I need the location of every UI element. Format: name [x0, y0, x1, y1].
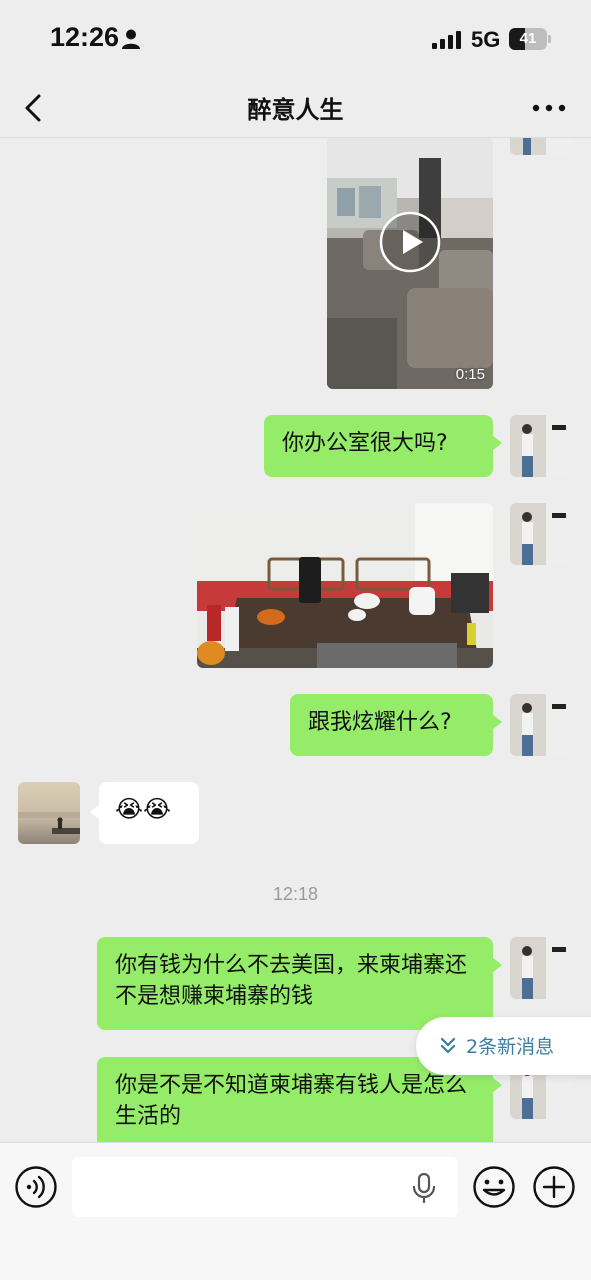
message-text: 跟我炫耀什么?	[308, 710, 452, 735]
more-horizontal-icon[interactable]	[526, 90, 572, 126]
message-text: 你办公室很大吗?	[282, 431, 448, 456]
chat-title: 醉意人生	[247, 96, 344, 124]
status-bar: 12:26 5G 41	[0, 0, 591, 78]
message-input[interactable]	[72, 1157, 458, 1217]
message-text: 你有钱为什么不去美国，来柬埔寨还不是想赚柬埔寨的钱	[115, 953, 468, 1009]
status-time: 12:26	[50, 22, 120, 52]
new-messages-label: 2条新消息	[466, 1036, 555, 1058]
message-text: 你是不是不知道柬埔寨有钱人是怎么生活的	[115, 1073, 468, 1129]
my-avatar[interactable]	[510, 138, 572, 155]
video-duration: 0:15	[455, 366, 485, 383]
network-type: 5G	[471, 27, 501, 52]
mic-icon[interactable]	[410, 1173, 438, 1203]
my-avatar[interactable]	[510, 415, 572, 477]
contact-avatar[interactable]	[18, 782, 80, 844]
play-icon[interactable]	[379, 211, 441, 273]
signal-icon	[432, 31, 461, 49]
voice-icon[interactable]	[14, 1165, 58, 1209]
emoji-icon[interactable]	[472, 1165, 516, 1209]
battery-level: 41	[519, 30, 537, 47]
message-bubble-sent[interactable]: 你办公室很大吗?	[264, 415, 502, 477]
message-bubble-received[interactable]: 😭😭	[90, 782, 199, 844]
image-message[interactable]	[197, 503, 493, 668]
office-photo	[197, 503, 493, 668]
my-avatar[interactable]	[510, 937, 572, 999]
new-messages-pill[interactable]: 2条新消息	[416, 1017, 591, 1075]
chat-timestamp: 12:18	[272, 884, 319, 904]
double-chevron-down-icon	[440, 1037, 456, 1054]
battery-cap	[548, 35, 551, 43]
input-bar	[0, 1142, 591, 1280]
message-bubble-sent[interactable]: 跟我炫耀什么?	[290, 694, 502, 756]
message-emoji: 😭😭	[115, 795, 172, 823]
person-icon	[122, 29, 140, 49]
plus-circle-icon[interactable]	[532, 1165, 576, 1209]
my-avatar[interactable]	[510, 694, 572, 756]
video-message[interactable]: 0:15	[327, 138, 493, 389]
my-avatar[interactable]	[510, 503, 572, 565]
message-bubble-sent[interactable]: 你有钱为什么不去美国，来柬埔寨还不是想赚柬埔寨的钱	[97, 937, 502, 1030]
nav-bar: 醉意人生	[0, 78, 591, 138]
battery-icon: 41	[509, 28, 547, 50]
